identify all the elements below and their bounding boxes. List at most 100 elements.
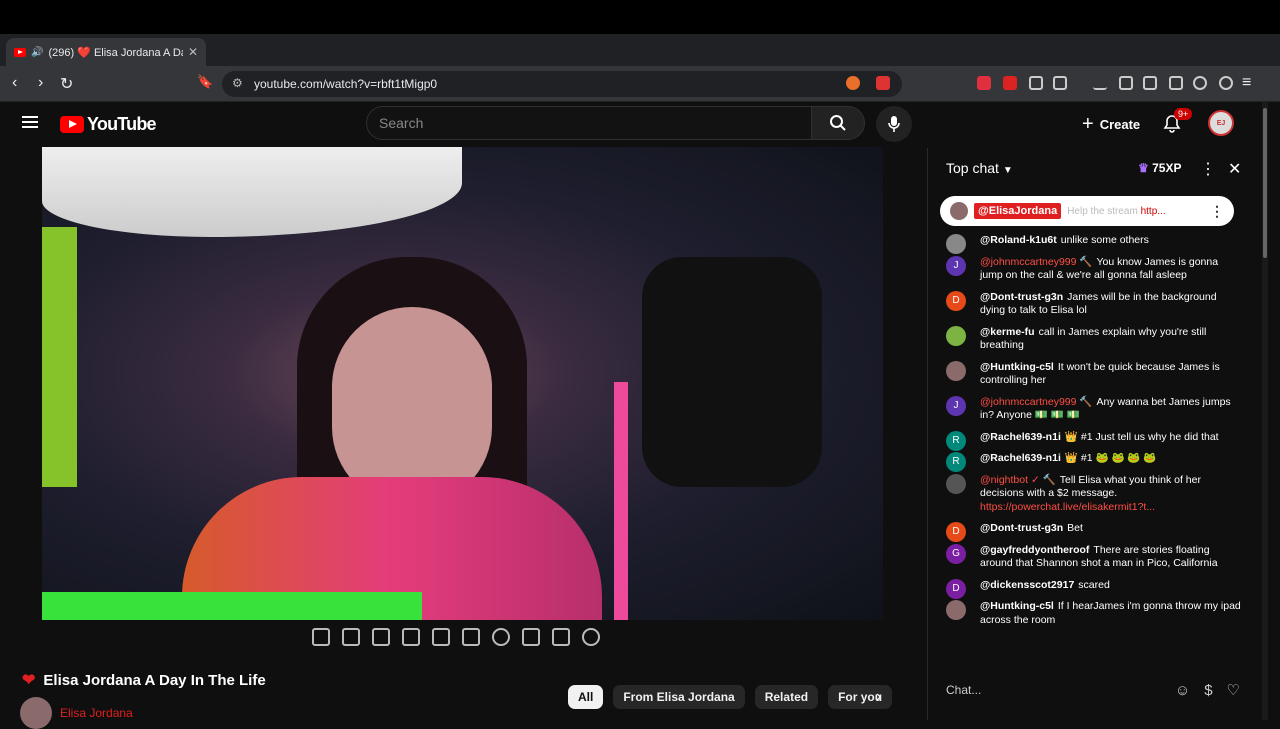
- create-button[interactable]: + Create: [1072, 110, 1150, 138]
- emoji-icon[interactable]: ☺: [1175, 682, 1190, 699]
- screenshot-icon[interactable]: [1053, 76, 1067, 90]
- clip-icon[interactable]: [402, 628, 420, 646]
- chat-avatar[interactable]: D: [946, 290, 966, 311]
- chat-username[interactable]: @Dont-trust-g3n: [980, 291, 1063, 303]
- chat-message[interactable]: J @johnmccartney999 🔨 Any wanna bet James …: [946, 395, 1242, 423]
- chat-username[interactable]: @dickensscot2917: [980, 579, 1074, 591]
- chip-for-you[interactable]: For you: [828, 685, 893, 709]
- account-avatar[interactable]: EJ: [1208, 110, 1234, 136]
- video-player[interactable]: [42, 147, 883, 620]
- screenshot-camera-icon[interactable]: [552, 628, 570, 646]
- search-button[interactable]: [811, 106, 865, 140]
- chat-username[interactable]: @Rachel639-n1i: [980, 452, 1061, 464]
- chat-message[interactable]: J @johnmccartney999 🔨 You know James is go…: [946, 255, 1242, 283]
- speaker-icon[interactable]: 🔊: [31, 47, 43, 58]
- loop-icon[interactable]: [312, 628, 330, 646]
- vpn-icon[interactable]: [1219, 76, 1233, 90]
- chat-username[interactable]: @Rachel639-n1i: [980, 431, 1061, 443]
- chat-message[interactable]: @Huntking-c5l If I hearJames i'm gonna th…: [946, 600, 1242, 627]
- miniplayer-icon[interactable]: [462, 628, 480, 646]
- chat-message[interactable]: @Roland-k1u6t unlike some others: [946, 234, 1242, 254]
- chat-avatar[interactable]: R: [946, 430, 966, 451]
- chat-avatar[interactable]: [946, 360, 966, 381]
- chat-message[interactable]: G @gayfreddyontheroof There are stories fl…: [946, 543, 1242, 571]
- back-icon[interactable]: ‹: [12, 74, 17, 92]
- browser-menu-icon[interactable]: ≡: [1242, 74, 1251, 92]
- chat-message[interactable]: @kerme-fu call in James explain why you'r…: [946, 325, 1242, 353]
- tab-close-icon[interactable]: ✕: [188, 45, 198, 59]
- chat-more-icon[interactable]: ⋮: [1200, 159, 1216, 179]
- audio-mode-icon[interactable]: [342, 628, 360, 646]
- chat-avatar[interactable]: [946, 600, 966, 620]
- heart-reaction-icon[interactable]: ♡: [1227, 681, 1240, 699]
- chat-avatar[interactable]: D: [946, 522, 966, 542]
- chat-message[interactable]: @Huntking-c5l It won't be quick because J…: [946, 360, 1242, 388]
- site-info-icon[interactable]: ⚙: [232, 76, 243, 90]
- leo-ai-icon[interactable]: [1193, 76, 1207, 90]
- chat-message[interactable]: D @Dont-trust-g3n James will be in the bac…: [946, 290, 1242, 318]
- chat-input[interactable]: Chat...: [946, 683, 1161, 697]
- youtube-logo[interactable]: YouTube: [60, 114, 157, 135]
- chat-avatar[interactable]: [946, 325, 966, 346]
- adblock-icon[interactable]: [1003, 76, 1017, 90]
- bookmark-icon[interactable]: 🔖: [197, 74, 213, 90]
- chat-message[interactable]: @nightbot ✓ 🔨 Tell Elisa what you think o…: [946, 473, 1242, 515]
- chat-message[interactable]: D @Dont-trust-g3n Bet: [946, 522, 1242, 542]
- pinned-message[interactable]: @ElisaJordana Help the stream http... ⋮: [940, 196, 1234, 226]
- chat-avatar[interactable]: R: [946, 452, 966, 472]
- chat-avatar[interactable]: G: [946, 543, 966, 564]
- chevron-right-icon[interactable]: ›: [876, 688, 881, 706]
- forward-icon[interactable]: ›: [38, 74, 43, 92]
- url-field[interactable]: ⚙ youtube.com/watch?v=rbft1tMigp0: [222, 71, 902, 97]
- channel-name[interactable]: Elisa Jordana: [60, 706, 133, 720]
- page-scrollbar[interactable]: [1262, 102, 1268, 720]
- wallet-icon[interactable]: [1169, 76, 1183, 90]
- chat-avatar[interactable]: [946, 234, 966, 254]
- chat-avatar[interactable]: D: [946, 578, 966, 599]
- media-icon[interactable]: [1119, 76, 1133, 90]
- extension-icon[interactable]: [977, 76, 991, 90]
- chat-avatar[interactable]: [946, 473, 966, 494]
- add-icon[interactable]: [522, 628, 540, 646]
- tab-youtube[interactable]: 🔊 (296) ❤️ Elisa Jordana A Day in the L …: [6, 38, 206, 66]
- xp-indicator[interactable]: ♛ 75XP: [1138, 161, 1181, 175]
- pinned-menu-icon[interactable]: ⋮: [1210, 203, 1224, 220]
- scrollbar-thumb[interactable]: [1263, 108, 1267, 258]
- chat-link[interactable]: https://powerchat.live/elisakermit1?t...: [980, 501, 1155, 513]
- chat-avatar[interactable]: J: [946, 255, 966, 276]
- search-input[interactable]: Search: [366, 106, 812, 140]
- brave-rewards-icon[interactable]: [876, 76, 890, 90]
- chat-username[interactable]: @nightbot ✓ 🔨: [980, 474, 1056, 486]
- chat-username[interactable]: @johnmccartney999 🔨: [980, 256, 1092, 268]
- sidebar-icon[interactable]: [1143, 76, 1157, 90]
- pinned-link[interactable]: http...: [1141, 206, 1166, 217]
- super-chat-icon[interactable]: $: [1204, 682, 1212, 699]
- theater-icon[interactable]: [432, 628, 450, 646]
- chat-message[interactable]: D @dickensscot2917 scared: [946, 578, 1242, 599]
- chip-from-channel[interactable]: From Elisa Jordana: [613, 685, 745, 709]
- settings-gear-icon[interactable]: [582, 628, 600, 646]
- extensions-puzzle-icon[interactable]: [1029, 76, 1043, 90]
- brave-shield-icon[interactable]: [846, 76, 860, 90]
- chat-username[interactable]: @Huntking-c5l: [980, 600, 1054, 612]
- download-icon[interactable]: [1093, 76, 1107, 90]
- chat-mode-dropdown[interactable]: Top chat ▼: [946, 160, 1013, 176]
- speed-icon[interactable]: [492, 628, 510, 646]
- chat-username[interactable]: @gayfreddyontheroof: [980, 544, 1089, 556]
- chat-username[interactable]: @kerme-fu: [980, 326, 1035, 338]
- close-chat-icon[interactable]: ✕: [1228, 159, 1241, 179]
- chat-username[interactable]: @Dont-trust-g3n: [980, 522, 1063, 534]
- voice-search-button[interactable]: [876, 106, 912, 142]
- chip-all[interactable]: All: [568, 685, 604, 709]
- eye-icon[interactable]: [372, 628, 390, 646]
- chat-message[interactable]: R @Rachel639-n1i 👑 #1 🐸 🐸 🐸 🐸: [946, 452, 1242, 472]
- hamburger-menu-icon[interactable]: [22, 116, 38, 128]
- chat-avatar[interactable]: J: [946, 395, 966, 416]
- chat-username[interactable]: @Roland-k1u6t: [980, 234, 1057, 246]
- chip-related[interactable]: Related: [754, 685, 819, 709]
- chat-username[interactable]: @Huntking-c5l: [980, 361, 1054, 373]
- chat-username[interactable]: @johnmccartney999 🔨: [980, 396, 1092, 408]
- channel-avatar[interactable]: [20, 697, 52, 729]
- reload-icon[interactable]: ↻: [60, 74, 73, 94]
- chat-message[interactable]: R @Rachel639-n1i 👑 #1 Just tell us why he …: [946, 430, 1242, 451]
